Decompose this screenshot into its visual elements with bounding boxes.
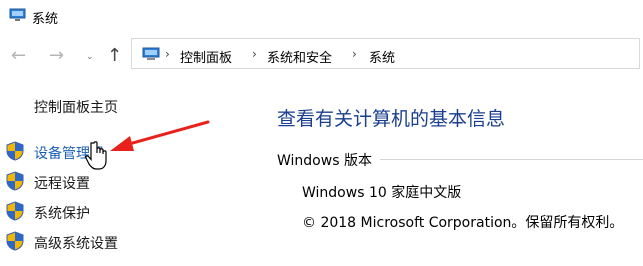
breadcrumb-system-security[interactable]: 系统和安全	[267, 47, 332, 66]
red-arrow-annotation	[110, 120, 210, 151]
forward-button[interactable]: →	[49, 47, 64, 65]
control-panel-home-link[interactable]: 控制面板主页	[34, 97, 118, 117]
address-bar[interactable]: › 控制面板 › 系统和安全 › 系统	[131, 38, 640, 69]
up-button[interactable]: ↑	[107, 47, 122, 65]
breadcrumb-control-panel[interactable]: 控制面板	[180, 47, 232, 66]
sidebar-item-advanced-system-settings[interactable]: 高级系统设置	[34, 233, 118, 253]
section-divider	[380, 159, 643, 160]
sidebar-item-system-protection[interactable]: 系统保护	[34, 203, 90, 223]
hand-cursor-icon	[85, 141, 107, 170]
back-button[interactable]: ←	[11, 47, 26, 65]
recent-locations-chevron-icon[interactable]: ⌄	[86, 52, 94, 62]
breadcrumb-separator: ›	[352, 47, 357, 61]
windows-edition-section-label: Windows 版本	[277, 153, 372, 169]
window-title: 系统	[32, 12, 59, 27]
copyright-text: © 2018 Microsoft Corporation。保留所有权利。	[302, 215, 624, 231]
breadcrumb-separator: ›	[252, 47, 257, 61]
shield-icon	[6, 201, 24, 221]
breadcrumb-system[interactable]: 系统	[369, 47, 395, 66]
shield-icon	[6, 171, 24, 191]
windows-edition-value: Windows 10 家庭中文版	[302, 185, 462, 201]
computer-icon	[142, 47, 160, 60]
sidebar-item-remote-settings[interactable]: 远程设置	[34, 173, 90, 193]
shield-icon	[6, 141, 24, 161]
title-bar: 系统	[0, 0, 643, 30]
page-title: 查看有关计算机的基本信息	[277, 108, 506, 130]
breadcrumb-separator: ›	[165, 47, 170, 61]
computer-icon	[9, 8, 26, 21]
shield-icon	[6, 231, 24, 251]
